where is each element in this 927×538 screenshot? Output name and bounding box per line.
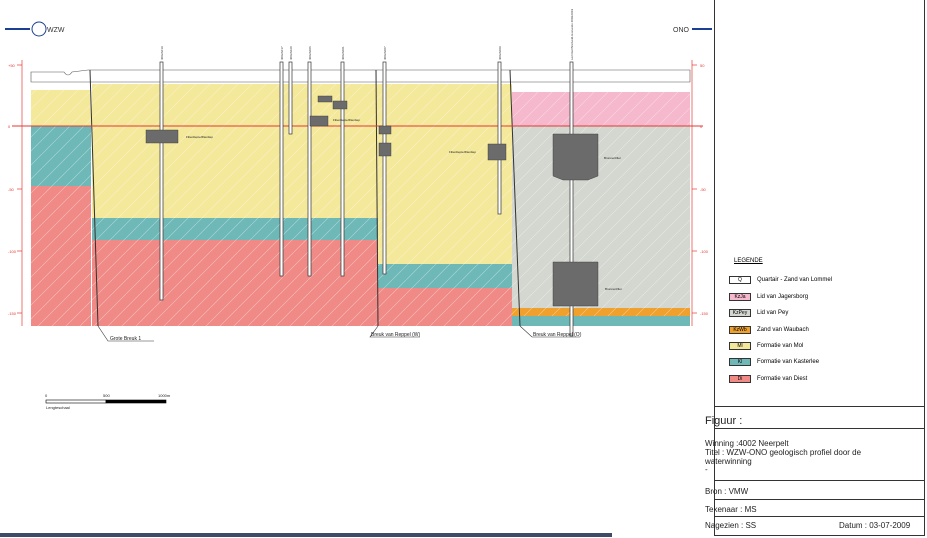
legend-label: Formatie van Mol bbox=[757, 342, 804, 349]
legend-swatch: KzWb bbox=[729, 325, 751, 334]
legend-title: LEGENDE bbox=[734, 258, 763, 264]
geology-block-3 bbox=[378, 84, 512, 326]
title-block-divider bbox=[714, 406, 925, 407]
bottom-strip bbox=[0, 533, 612, 537]
title-block-divider bbox=[714, 480, 925, 481]
scale-label: 500 bbox=[103, 393, 110, 398]
legend-label: Lid van Pey bbox=[757, 309, 789, 316]
depth-tick-right: -150 bbox=[700, 311, 709, 316]
depth-tick-left: -50 bbox=[8, 187, 15, 192]
well-shaft bbox=[279, 61, 284, 277]
winning-text: Winning :4002 Neerpelt bbox=[705, 439, 789, 448]
legend-label: Formatie van Diest bbox=[757, 375, 808, 382]
well-label: Lemmel Breitveld-Hoeveslo 4002A019 bbox=[570, 8, 574, 60]
legend-label: Formatie van Kasterlee bbox=[757, 358, 820, 365]
legend-label: Zand van Waubach bbox=[757, 326, 809, 333]
direction-right-label: ONO bbox=[673, 27, 690, 34]
legend-swatch: Di bbox=[729, 374, 751, 383]
legend-label: Quartair - Zand van Lommel bbox=[757, 276, 833, 283]
well-label: 4002A017 bbox=[280, 46, 284, 60]
title-line: waterwinning bbox=[705, 457, 752, 466]
depth-tick-left: +50 bbox=[8, 63, 16, 68]
well-shaft bbox=[382, 61, 387, 275]
well-shaft bbox=[159, 61, 164, 301]
depth-ruler-left bbox=[17, 60, 23, 326]
well-label: 4002A007 bbox=[383, 46, 387, 60]
title-block-divider bbox=[714, 499, 925, 500]
legend-swatch: Ml bbox=[729, 341, 751, 350]
scale-label: 0 bbox=[45, 393, 48, 398]
legend-item: Kl Formatie van Kasterlee bbox=[729, 357, 819, 366]
source-text: Bron : VMW bbox=[705, 487, 749, 496]
scale-label: 1000m bbox=[158, 393, 171, 398]
title-line: - bbox=[705, 465, 708, 474]
well-label: 4002A020 bbox=[289, 46, 293, 60]
legend-item: Q Quartair - Zand van Lommel bbox=[729, 275, 832, 284]
direction-left-arrow: WZW bbox=[5, 21, 65, 37]
well-shaft bbox=[340, 61, 345, 277]
legend-item: KzWb Zand van Waubach bbox=[729, 325, 809, 334]
legend-swatch: Kl bbox=[729, 357, 751, 366]
legend-item: KzPey Lid van Pey bbox=[729, 308, 788, 317]
checker-text: Nagezien : SS bbox=[705, 521, 757, 530]
well-shaft bbox=[307, 61, 312, 277]
legend-item: Di Formatie van Diest bbox=[729, 374, 807, 383]
depth-tick-left: -150 bbox=[8, 311, 17, 316]
direction-left-label: WZW bbox=[47, 27, 65, 34]
fault-label: Breuk van Reppel (W) bbox=[371, 332, 421, 338]
depth-ruler-right bbox=[691, 60, 697, 326]
depth-tick-right: 50 bbox=[700, 63, 705, 68]
direction-right-arrow: ONO bbox=[673, 27, 712, 34]
depth-tick-left: -100 bbox=[8, 249, 17, 254]
depth-tick-left: 0 bbox=[8, 124, 11, 129]
date-text: Datum : 03-07-2009 bbox=[839, 521, 911, 530]
filter-label: Filterdiepte/filterdiep bbox=[186, 135, 213, 139]
filter-label: Filterdiepte/filterdiep bbox=[449, 150, 476, 154]
depth-tick-right: -50 bbox=[700, 187, 707, 192]
scale-caption: Lengteschaal bbox=[46, 405, 70, 410]
drawer-text: Tekenaar : MS bbox=[705, 505, 757, 514]
legend-swatch: Q bbox=[729, 275, 751, 284]
scale-bar: 0 500 1000m Lengteschaal bbox=[45, 393, 171, 410]
well-label: 4002A006 bbox=[308, 46, 312, 60]
geology-block-1 bbox=[31, 90, 91, 326]
legend-swatch: KzJa bbox=[729, 292, 751, 301]
well-shaft bbox=[497, 61, 502, 215]
fault-label: Breuk van Reppel (O) bbox=[533, 332, 582, 338]
title-line: Titel : WZW-ONO geologisch profiel door … bbox=[705, 448, 862, 457]
legend-label: Lid van Jagersborg bbox=[757, 293, 809, 300]
well-label: 4002A001 bbox=[341, 46, 345, 60]
filter-label: Filterdiepte/filterdiep bbox=[333, 118, 360, 122]
fault-label: Grote Breuk 1 bbox=[110, 336, 141, 342]
well-shaft bbox=[288, 61, 293, 135]
figure-label: Figuur : bbox=[705, 415, 743, 427]
title-block-divider bbox=[714, 516, 925, 517]
legend-swatch: KzPey bbox=[729, 308, 751, 317]
well-label: 4002A019 bbox=[160, 46, 164, 60]
legend-item: Ml Formatie van Mol bbox=[729, 341, 803, 350]
geology-block-4 bbox=[512, 84, 690, 326]
depth-tick-right: -100 bbox=[700, 249, 709, 254]
title-block-divider bbox=[714, 428, 925, 429]
legend-item: KzJa Lid van Jagersborg bbox=[729, 292, 808, 301]
well-label: 4002A009 bbox=[498, 46, 502, 60]
filter-label: Brunnenfilter bbox=[605, 287, 622, 291]
filter-label: Brunnenfilter bbox=[604, 156, 621, 160]
